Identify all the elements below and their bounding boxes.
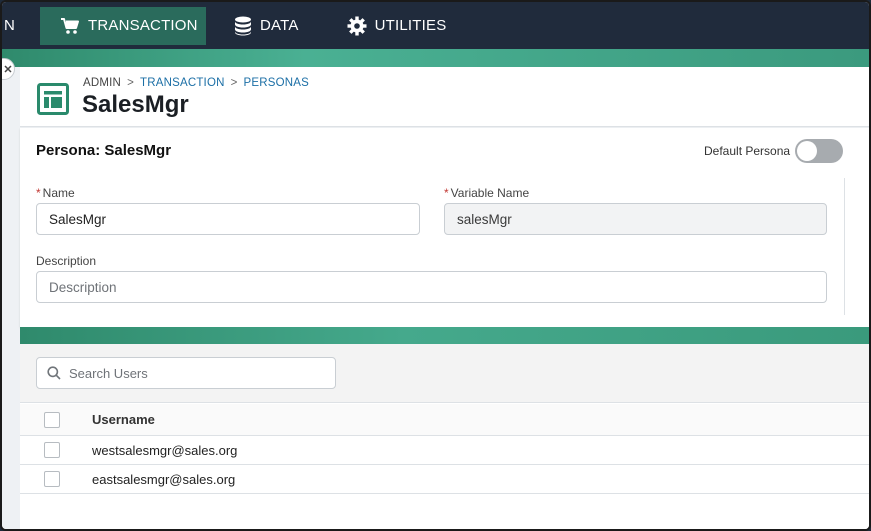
variable-name-field: salesMgr xyxy=(444,203,827,235)
nav-item-data[interactable]: DATA xyxy=(214,7,319,45)
table-row: eastsalesmgr@sales.org xyxy=(20,465,869,494)
required-marker: * xyxy=(444,186,449,200)
select-all-checkbox[interactable] xyxy=(44,411,60,428)
divider xyxy=(844,178,845,315)
cart-icon xyxy=(60,17,80,35)
users-panel: Search Users Username westsalesmgr@sales… xyxy=(20,344,869,529)
record-icon xyxy=(37,83,69,115)
search-users-input[interactable]: Search Users xyxy=(36,357,336,389)
name-label: * Name xyxy=(36,186,75,200)
description-label: Description xyxy=(36,254,97,268)
persona-card: Persona: SalesMgr Default Persona * Name … xyxy=(20,128,869,327)
breadcrumb-separator: > xyxy=(127,77,134,89)
search-icon xyxy=(47,366,61,380)
nav-item-utilities[interactable]: UTILITIES xyxy=(327,7,467,45)
section-band xyxy=(20,327,869,344)
breadcrumb: ADMIN > TRANSACTION > PERSONAS xyxy=(83,77,309,89)
description-field[interactable]: Description xyxy=(36,271,827,303)
name-field[interactable]: SalesMgr xyxy=(36,203,420,235)
username-cell: westsalesmgr@sales.org xyxy=(92,442,238,458)
database-icon xyxy=(234,16,252,36)
default-persona-toggle[interactable] xyxy=(795,139,843,163)
persona-title: Persona: SalesMgr xyxy=(36,142,172,159)
gear-icon xyxy=(347,16,367,36)
username-cell: eastsalesmgr@sales.org xyxy=(92,471,236,487)
app-window: N TRANSACTION DATA UTILITIES ADMIN > TRA… xyxy=(0,0,871,531)
nav-label-transaction: TRANSACTION xyxy=(88,17,198,34)
variable-name-label: * Variable Name xyxy=(444,186,530,200)
page-header: ADMIN > TRANSACTION > PERSONAS SalesMgr xyxy=(20,67,869,127)
default-persona-label: Default Persona xyxy=(704,144,791,158)
nav-item-transaction[interactable]: TRANSACTION xyxy=(40,6,206,45)
top-nav: N TRANSACTION DATA UTILITIES xyxy=(2,2,869,49)
search-toolbar: Search Users xyxy=(20,344,869,403)
toggle-knob xyxy=(797,141,817,161)
breadcrumb-personas[interactable]: PERSONAS xyxy=(244,77,310,89)
close-icon: ✕ xyxy=(3,63,13,76)
table-row: westsalesmgr@sales.org xyxy=(20,436,869,465)
nav-label-data: DATA xyxy=(260,17,299,34)
table-header: Username xyxy=(20,404,869,436)
breadcrumb-admin[interactable]: ADMIN xyxy=(83,77,121,89)
nav-label-utilities: UTILITIES xyxy=(374,17,447,34)
header-band xyxy=(2,49,869,67)
required-marker: * xyxy=(36,186,41,200)
row-checkbox[interactable] xyxy=(44,471,60,487)
breadcrumb-separator: > xyxy=(230,77,238,89)
column-username[interactable]: Username xyxy=(92,412,155,427)
row-checkbox[interactable] xyxy=(44,442,60,458)
search-placeholder: Search Users xyxy=(69,365,148,381)
nav-item-partial[interactable]: N xyxy=(2,17,40,34)
page-title: SalesMgr xyxy=(82,91,189,118)
breadcrumb-transaction[interactable]: TRANSACTION xyxy=(140,77,225,89)
